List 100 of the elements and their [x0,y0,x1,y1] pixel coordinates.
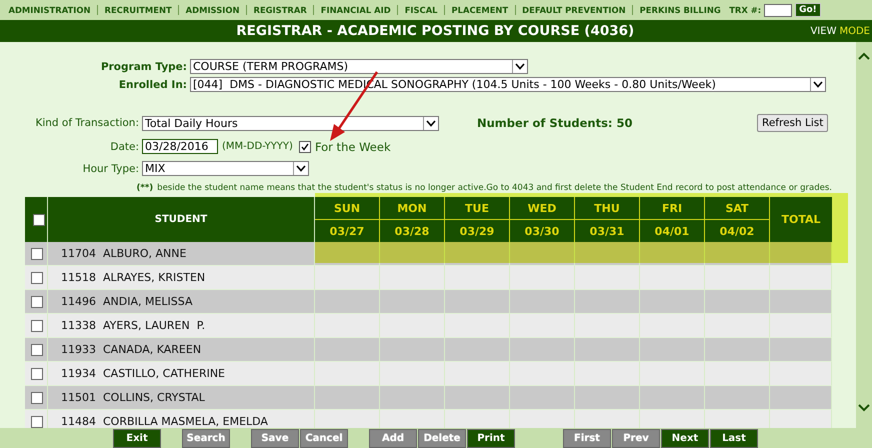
table-cell [640,314,705,338]
trx-input-field[interactable] [764,4,792,16]
table-cell [705,266,770,290]
table-cell [510,362,575,386]
row-checkbox[interactable] [31,272,43,284]
student-name: 11934 CASTILLO, CATHERINE [61,367,226,380]
date-header: 03/27 [328,224,366,240]
dropdown-arrow-icon[interactable] [293,162,308,175]
nav-menu-item[interactable]: ADMISSION [179,5,247,15]
status-note: beside the student name means that the student's status is no longer active.Go to 4043 and first delete the Student End record to post attendance or grades. [157,183,832,193]
table-cell [380,266,445,290]
student-name: 11704 ALBURO, ANNE [61,247,186,260]
toolbar-button[interactable]: Print [467,428,515,448]
select-field[interactable]: COURSE (TERM PROGRAMS) [190,59,528,74]
table-cell [445,314,510,338]
field-label: Kind of Transaction: [34,117,140,129]
student-name: 11518 ALRAYES, KRISTEN [61,271,206,284]
go-button[interactable]: Go! [795,3,821,17]
row-checkbox[interactable] [31,368,43,380]
table-cell [770,314,832,338]
table-cell [380,290,445,314]
table-cell [705,290,770,314]
nav-menu-item[interactable]: RECRUITMENT [98,5,180,15]
table-cell [445,266,510,290]
table-cell [640,338,705,362]
table-cell [770,386,832,410]
table-cell [510,314,575,338]
table-cell [445,386,510,410]
for-the-week-checkbox[interactable] [298,140,311,152]
trx-label: TRX #: [729,5,762,15]
scroll-up-icon[interactable] [858,52,870,60]
table-cell [770,410,832,428]
toolbar-button[interactable]: Exit [113,428,161,448]
nav-menu-item[interactable]: DEFAULT PREVENTION [516,5,634,15]
date-input-field[interactable]: 03/28/2016 [142,139,218,154]
table-cell [770,266,832,290]
nav-menu-item[interactable]: PERKINS BILLING [633,5,728,15]
nav-menu-item[interactable]: FINANCIAL AID [314,5,398,15]
note-marker: (**) [136,183,154,193]
nav-menu-item[interactable]: ADMINISTRATION [2,5,98,15]
table-cell [575,362,640,386]
table-cell [640,290,705,314]
table-cell [445,410,510,428]
table-cell [510,386,575,410]
student-name: 11933 CANADA, KAREEN [61,343,202,356]
table-cell [575,386,640,410]
table-cell [705,386,770,410]
table-cell [640,410,705,428]
dropdown-arrow-icon[interactable] [810,78,825,91]
dropdown-arrow-icon[interactable] [423,116,438,130]
date-header: 03/28 [394,224,430,240]
table-cell [510,290,575,314]
nav-menu-item[interactable]: PLACEMENT [445,5,516,15]
table-cell [575,266,640,290]
table-cell [705,314,770,338]
table-cell [705,410,770,428]
select-field[interactable]: MIX [142,161,309,176]
refresh-list-button[interactable]: Refresh List [757,114,828,132]
toolbar-button[interactable]: Next [661,428,709,448]
toolbar-button[interactable]: Last [710,428,758,448]
table-cell [510,266,575,290]
date-header: 04/02 [718,224,756,240]
student-name: 11501 COLLINS, CRYSTAL [61,391,205,404]
dropdown-arrow-icon[interactable] [512,60,527,73]
table-cell [770,362,832,386]
table-cell [445,338,510,362]
select-all-checkbox[interactable] [33,214,45,226]
row-checkbox[interactable] [31,296,43,308]
page-title: REGISTRAR - ACADEMIC POSTING BY COURSE (4036) [235,23,636,39]
row-checkbox[interactable] [31,392,43,404]
table-cell [380,362,445,386]
scroll-down-icon[interactable] [858,404,870,412]
row-checkbox[interactable] [31,344,43,356]
nav-menu-item[interactable]: REGISTRAR [247,5,314,15]
checkbox-label: For the Week [314,140,391,154]
select-field[interactable]: Total Daily Hours [142,116,439,130]
date-header: 03/31 [588,224,626,240]
table-cell [380,314,445,338]
column-header: STUDENT [48,197,315,242]
row-checkbox[interactable] [31,416,43,428]
table-cell [445,362,510,386]
student-name: 11338 AYERS, LAUREN P. [61,319,206,332]
date-header: 03/29 [458,224,496,240]
date-header: 03/30 [524,224,560,240]
table-cell [705,338,770,362]
field-label: Date: [109,140,140,152]
field-label: Hour Type: [82,162,140,174]
date-format-hint: (MM-DD-YYYY) [222,141,293,152]
row-checkbox[interactable] [31,248,43,260]
table-cell [575,338,640,362]
table-cell [380,410,445,428]
table-cell [510,410,575,428]
view-label: VIEW [810,26,836,36]
table-cell [510,338,575,362]
nav-menu-item[interactable]: FISCAL [398,5,446,15]
row-checkbox[interactable] [31,320,43,332]
table-cell [770,338,832,362]
student-count: Number of Students: 50 [477,116,634,130]
field-label: Enrolled In: [118,78,188,90]
field-label: Program Type: [100,60,188,72]
